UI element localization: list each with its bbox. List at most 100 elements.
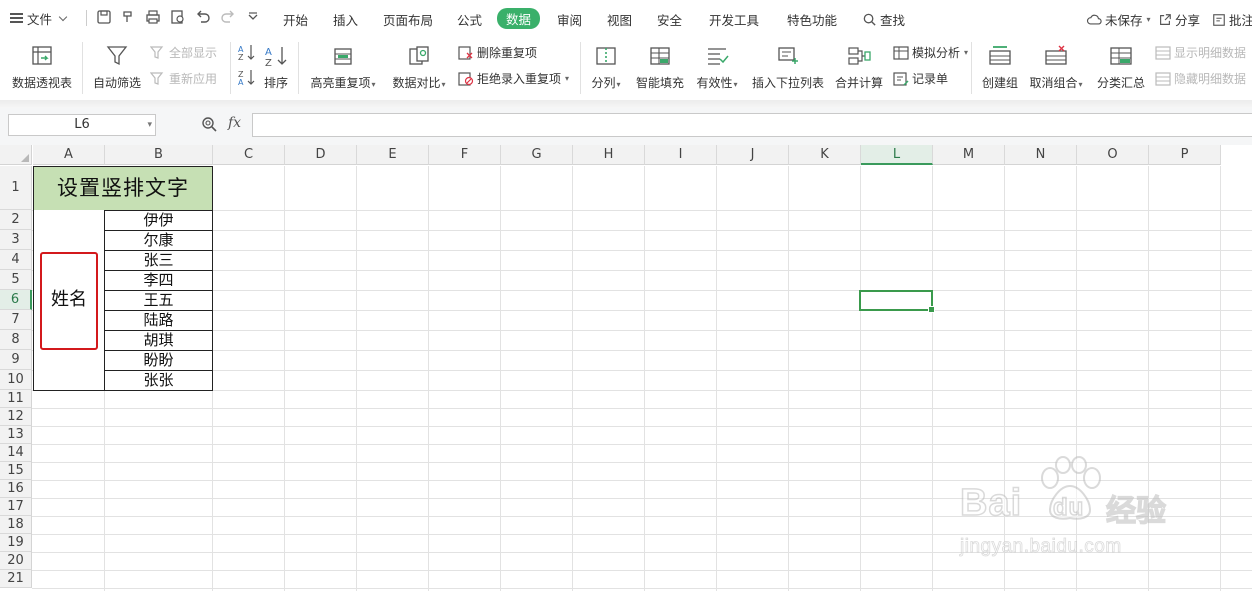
formula-input[interactable] [252,113,1252,137]
reject-duplicates-button[interactable]: 拒绝录入重复项 ▾ [458,70,569,87]
name-cell-b6[interactable]: 王五 [104,290,213,311]
row-header-20[interactable]: 20 [0,552,32,570]
data-compare-button[interactable]: 数据对比▾ [388,44,450,91]
tab-page-layout[interactable]: 页面布局 [383,10,433,29]
ungroup-button[interactable]: 取消组合▾ [1027,44,1085,91]
name-cell-b10[interactable]: 张张 [104,370,213,391]
row-header-15[interactable]: 15 [0,462,32,480]
sort-ascending-icon[interactable]: AZ [238,43,256,61]
pivot-table-button[interactable]: 数据透视表 [10,44,74,91]
file-menu[interactable]: 文件 [10,9,68,27]
row-header-2[interactable]: 2 [0,210,32,230]
undo-icon[interactable] [195,9,211,25]
column-header-k[interactable]: K [789,145,861,165]
title-cell-a1[interactable]: 设置竖排文字 [33,166,213,211]
validity-button[interactable]: 有效性▾ [694,44,740,91]
row-header-3[interactable]: 3 [0,230,32,250]
row-header-14[interactable]: 14 [0,444,32,462]
column-header-j[interactable]: J [717,145,789,165]
row-header-19[interactable]: 19 [0,534,32,552]
tab-security[interactable]: 安全 [657,10,682,29]
name-cell-b9[interactable]: 盼盼 [104,350,213,371]
row-header-10[interactable]: 10 [0,370,32,390]
tab-special[interactable]: 特色功能 [787,10,837,29]
autofilter-button[interactable]: 自动筛选 [92,44,142,91]
unsaved-status[interactable]: 未保存 ▾ [1086,10,1151,29]
reapply-button[interactable]: 重新应用 [150,70,217,87]
record-form-button[interactable]: 记录单 [893,70,948,87]
row-header-9[interactable]: 9 [0,350,32,370]
sort-button[interactable]: AZ 排序 [262,44,290,91]
name-cell-b8[interactable]: 胡琪 [104,330,213,351]
row-header-18[interactable]: 18 [0,516,32,534]
row-header-8[interactable]: 8 [0,330,32,350]
name-cell-b7[interactable]: 陆路 [104,310,213,331]
column-header-o[interactable]: O [1077,145,1149,165]
zoom-icon[interactable] [201,116,217,132]
divider [86,10,87,26]
column-header-d[interactable]: D [285,145,357,165]
smart-fill-button[interactable]: 智能填充 [635,44,685,91]
column-header-n[interactable]: N [1005,145,1077,165]
print-icon[interactable] [145,9,161,25]
consolidate-button[interactable]: 合并计算 [833,44,885,91]
name-cell-b3[interactable]: 尔康 [104,230,213,251]
name-box-value: L6 [74,117,90,132]
column-header-a[interactable]: A [33,145,105,165]
hide-detail-button[interactable]: 隐藏明细数据 [1155,70,1246,87]
row-header-6[interactable]: 6 [0,290,32,310]
sort-descending-icon[interactable]: ZA [238,68,256,86]
subtotal-button[interactable]: 分类汇总 [1096,44,1146,91]
name-box[interactable]: L6 ▾ [8,114,156,136]
comment-button[interactable]: 批注 [1212,10,1252,29]
redo-icon[interactable] [220,9,236,25]
column-header-h[interactable]: H [573,145,645,165]
insert-function-button[interactable]: fx [228,115,241,131]
row-header-12[interactable]: 12 [0,408,32,426]
active-cell-l6[interactable] [859,290,935,313]
print-preview-icon[interactable] [170,9,186,25]
column-header-e[interactable]: E [357,145,429,165]
column-header-i[interactable]: I [645,145,717,165]
show-detail-button[interactable]: 显示明细数据 [1155,44,1246,61]
row-header-5[interactable]: 5 [0,270,32,290]
name-cell-b2[interactable]: 伊伊 [104,210,213,231]
column-header-f[interactable]: F [429,145,501,165]
row-header-7[interactable]: 7 [0,310,32,330]
row-header-4[interactable]: 4 [0,250,32,270]
save-icon[interactable] [96,9,112,25]
name-cell-b5[interactable]: 李四 [104,270,213,291]
tab-view[interactable]: 视图 [607,10,632,29]
tab-data[interactable]: 数据 [497,8,541,29]
tab-insert[interactable]: 插入 [333,10,358,29]
column-header-b[interactable]: B [105,145,213,165]
tab-developer[interactable]: 开发工具 [709,10,759,29]
create-group-button[interactable]: 创建组 [980,44,1020,91]
row-header-17[interactable]: 17 [0,498,32,516]
highlight-duplicates-button[interactable]: 高亮重复项▾ [307,44,379,91]
row-header-1[interactable]: 1 [0,166,32,210]
what-if-analysis-button[interactable]: 模拟分析 ▾ [893,44,968,61]
row-header-13[interactable]: 13 [0,426,32,444]
customize-toolbar-icon[interactable] [245,9,261,25]
column-header-p[interactable]: P [1149,145,1221,165]
tab-review[interactable]: 审阅 [557,10,582,29]
format-painter-icon[interactable] [121,9,137,25]
column-header-c[interactable]: C [213,145,285,165]
row-header-16[interactable]: 16 [0,480,32,498]
split-columns-button[interactable]: 分列▾ [589,44,623,91]
row-header-21[interactable]: 21 [0,570,32,588]
insert-dropdown-list-button[interactable]: 插入下拉列表 [751,44,825,91]
tab-formulas[interactable]: 公式 [457,10,482,29]
search-command[interactable]: 查找 [862,10,905,29]
caret-down-icon: ▾ [733,80,738,89]
column-header-m[interactable]: M [933,145,1005,165]
row-header-11[interactable]: 11 [0,390,32,408]
delete-duplicates-button[interactable]: 删除重复项 [458,44,537,61]
share-button[interactable]: 分享 [1158,10,1200,29]
name-cell-b4[interactable]: 张三 [104,250,213,271]
tab-home[interactable]: 开始 [283,10,308,29]
column-header-l[interactable]: L [861,145,933,165]
column-header-g[interactable]: G [501,145,573,165]
show-all-button[interactable]: 全部显示 [150,44,217,61]
